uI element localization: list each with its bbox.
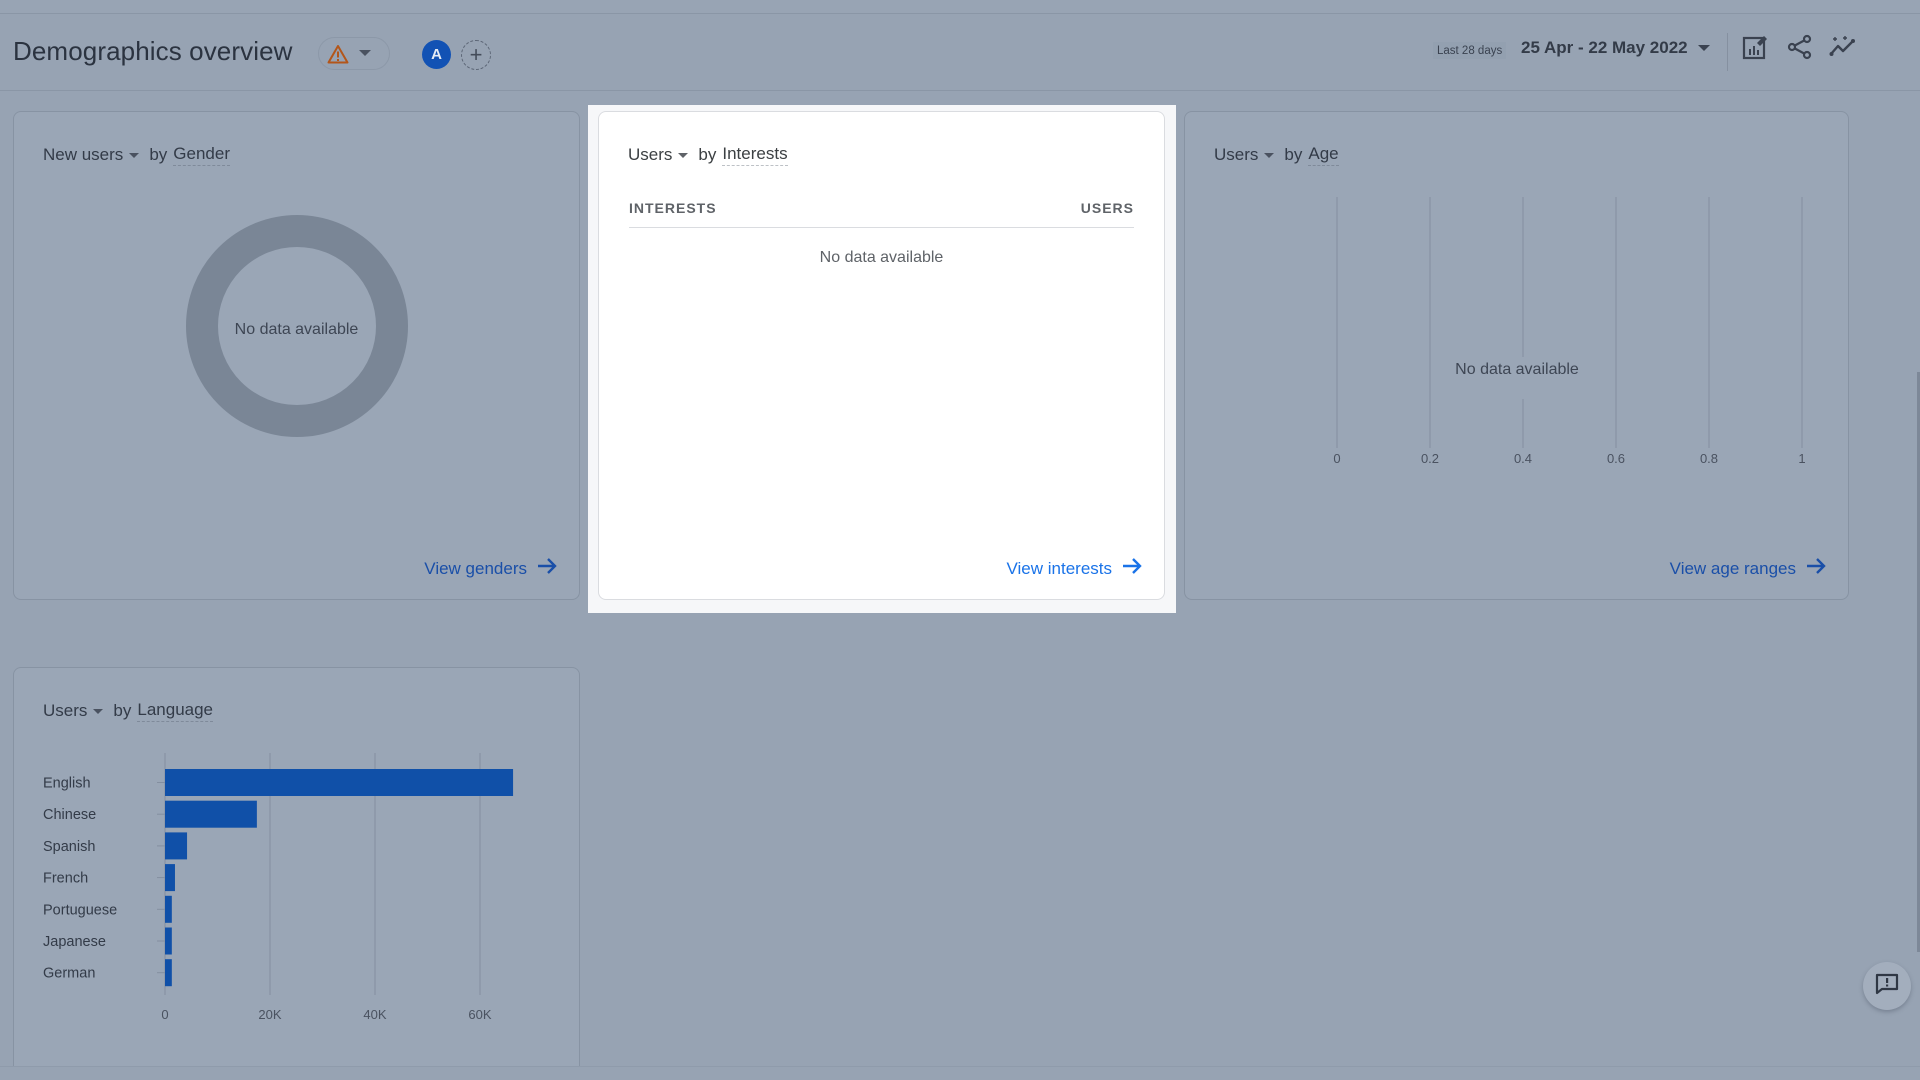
chevron-down-icon xyxy=(359,50,371,57)
x-tick-label: 20K xyxy=(258,1007,281,1022)
y-category-label: Chinese xyxy=(43,807,96,823)
bar-japanese[interactable] xyxy=(165,927,172,955)
bar-german[interactable] xyxy=(165,959,172,987)
dimension-label[interactable]: Gender xyxy=(173,144,230,166)
interests-card: Users by Interests INTERESTS USERS No da… xyxy=(598,111,1165,600)
column-header-users[interactable]: USERS xyxy=(1081,200,1134,227)
no-data-label: No data available xyxy=(234,321,359,338)
warning-triangle-icon xyxy=(327,44,349,64)
y-category-label: German xyxy=(43,966,95,982)
x-tick-label: 0.4 xyxy=(1514,451,1532,466)
card-title: Users by Interests xyxy=(628,144,788,166)
insights-button[interactable] xyxy=(1829,35,1857,63)
bar-english[interactable] xyxy=(165,769,514,796)
chevron-down-icon xyxy=(678,152,689,158)
link-label: View age ranges xyxy=(1669,558,1796,578)
view-age-ranges-link[interactable]: View age ranges xyxy=(1670,558,1826,579)
bar-french[interactable] xyxy=(165,864,175,892)
no-data-label: No data available xyxy=(1455,361,1579,378)
metric-label: Users xyxy=(628,145,673,164)
link-label: View genders xyxy=(424,558,527,578)
metric-selector[interactable]: Users xyxy=(628,145,698,165)
dimension-label[interactable]: Interests xyxy=(722,144,788,166)
share-button[interactable] xyxy=(1786,34,1814,65)
y-category-label: French xyxy=(43,871,88,887)
x-tick-label: 0 xyxy=(161,1007,168,1022)
metric-label: New users xyxy=(43,145,124,164)
data-quality-warning-chip[interactable] xyxy=(318,37,390,70)
link-label: View interests xyxy=(1006,558,1112,578)
chevron-down-icon xyxy=(1697,45,1710,51)
header-divider-line xyxy=(0,90,1920,91)
x-tick-label: 60K xyxy=(468,1007,491,1022)
x-tick-label: 0.8 xyxy=(1700,451,1718,466)
x-tick-label: 40K xyxy=(363,1007,386,1022)
x-tick-label: 0.2 xyxy=(1421,451,1439,466)
table-header: INTERESTS USERS xyxy=(629,200,1134,228)
edit-chart-icon xyxy=(1742,34,1768,65)
age-bar-chart: 0 0.2 0.4 0.6 0.8 1 No data available xyxy=(1333,197,1806,466)
bar-chinese[interactable] xyxy=(165,800,257,828)
x-tick-label: 0.6 xyxy=(1607,451,1625,466)
by-label: by xyxy=(149,145,168,164)
x-tick-label: 1 xyxy=(1798,451,1805,466)
y-category-label: Spanish xyxy=(43,839,95,855)
view-genders-link[interactable]: View genders xyxy=(424,558,557,579)
header-divider xyxy=(1727,33,1728,71)
page-title: Demographics overview xyxy=(13,36,293,66)
card-title: New users by Gender xyxy=(43,144,230,166)
language-bar-chart: 0 20K 40K 60K English Chinese Spanish French Por… xyxy=(43,753,514,1022)
y-category-label: English xyxy=(43,776,91,792)
top-bar-edge xyxy=(0,0,1920,14)
gender-card: New users by Gender No data available Vi… xyxy=(13,111,580,600)
no-data-label: No data available xyxy=(819,249,944,266)
language-card: Users by Language 0 20K 40K 60K English Chine… xyxy=(13,667,580,1080)
bottom-edge xyxy=(0,1066,1920,1080)
date-range-text: 25 Apr - 22 May 2022 xyxy=(1521,38,1688,57)
date-range-picker[interactable]: 25 Apr - 22 May 2022 xyxy=(1521,38,1710,58)
chevron-down-icon xyxy=(129,152,140,158)
arrow-right-icon xyxy=(537,558,557,579)
bar-spanish[interactable] xyxy=(165,832,188,860)
feedback-icon xyxy=(1874,972,1900,1001)
column-header-interests[interactable]: INTERESTS xyxy=(629,200,717,227)
share-icon xyxy=(1787,34,1813,65)
bar-portuguese[interactable] xyxy=(165,895,172,923)
arrow-right-icon xyxy=(1806,558,1826,579)
customize-report-button[interactable] xyxy=(1741,35,1769,63)
view-interests-link[interactable]: View interests xyxy=(1006,558,1142,579)
date-preset-label: Last 28 days xyxy=(1433,42,1507,59)
y-category-label: Japanese xyxy=(43,934,106,950)
x-tick-label: 0 xyxy=(1333,451,1340,466)
by-label: by xyxy=(698,145,717,164)
metric-selector[interactable]: New users xyxy=(43,145,149,165)
arrow-right-icon xyxy=(1122,558,1142,579)
plus-icon: + xyxy=(469,42,483,67)
y-category-label: Portuguese xyxy=(43,902,117,918)
insights-sparkline-icon xyxy=(1829,34,1857,65)
avatar[interactable]: A xyxy=(422,40,451,69)
age-card: Users by Age 0 0.2 0.4 0.6 0.8 1 No data avail… xyxy=(1184,111,1849,600)
add-comparison-button[interactable]: + xyxy=(461,40,491,70)
feedback-button[interactable] xyxy=(1863,962,1911,1010)
